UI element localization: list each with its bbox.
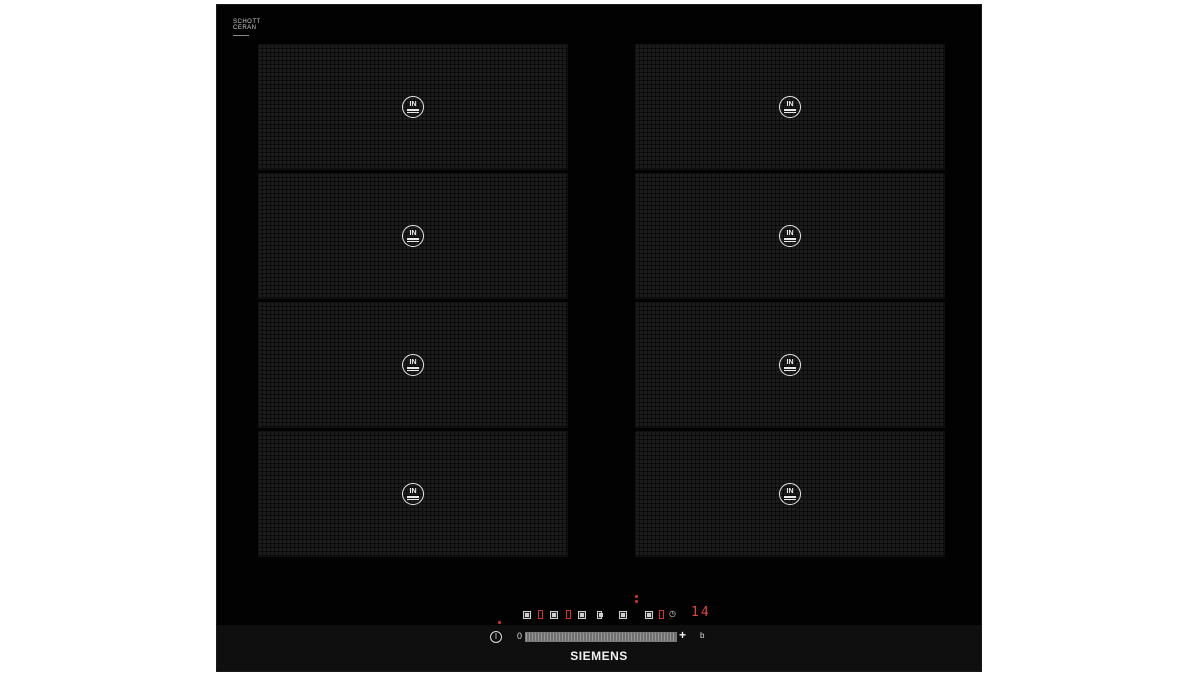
induction-icon: IN: [402, 96, 424, 118]
cooking-zone-left-4[interactable]: IN: [258, 431, 568, 557]
slider-min-label: 0: [517, 631, 523, 641]
induction-badge-label: IN: [409, 488, 417, 495]
zone-level-display: [659, 610, 664, 619]
zone-level-display: [566, 610, 571, 619]
induction-bar: [784, 241, 796, 242]
timer-clock-icon[interactable]: ◷: [669, 609, 676, 618]
induction-bar: [407, 112, 419, 113]
control-strip: I 0 + b SIEMENS: [217, 625, 981, 671]
induction-bar: [407, 499, 419, 500]
induction-bar: [407, 238, 419, 240]
induction-icon: IN: [402, 354, 424, 376]
indicator-dot: [635, 595, 638, 598]
induction-icon: IN: [779, 354, 801, 376]
induction-icon: IN: [402, 225, 424, 247]
booster-button[interactable]: b: [700, 631, 704, 640]
induction-bar: [407, 109, 419, 111]
induction-badge-label: IN: [409, 359, 417, 366]
schott-ceran-logo: SCHOTT CERAN: [233, 19, 261, 36]
glass-brand-underline: [233, 35, 249, 36]
induction-bar: [784, 496, 796, 498]
bridge-icon[interactable]: [597, 611, 603, 619]
zone-select-icon[interactable]: [619, 611, 627, 619]
zone-select-icon[interactable]: [578, 611, 586, 619]
induction-bar: [784, 109, 796, 111]
zone-level-display: [538, 610, 543, 619]
induction-badge-label: IN: [409, 230, 417, 237]
induction-bar: [784, 370, 796, 371]
glass-brand-line2: CERAN: [233, 25, 257, 31]
manufacturer-logo: SIEMENS: [570, 649, 628, 663]
induction-bar: [784, 499, 796, 500]
cooking-zone-left-1[interactable]: IN: [258, 44, 568, 170]
power-symbol: I: [494, 632, 498, 641]
indicator-dot: [635, 600, 638, 603]
induction-badge-label: IN: [786, 230, 794, 237]
induction-badge-label: IN: [786, 101, 794, 108]
power-button[interactable]: I: [490, 631, 502, 643]
induction-bar: [407, 370, 419, 371]
induction-badge-label: IN: [786, 359, 794, 366]
induction-bar: [784, 112, 796, 113]
induction-icon: IN: [779, 483, 801, 505]
power-indicator-dot: [498, 621, 501, 624]
cooking-zone-right-2[interactable]: IN: [635, 173, 945, 299]
cooking-zone-left-2[interactable]: IN: [258, 173, 568, 299]
zone-select-icon[interactable]: [645, 611, 653, 619]
induction-icon: IN: [779, 96, 801, 118]
zone-select-icon[interactable]: [550, 611, 558, 619]
induction-bar: [784, 238, 796, 240]
induction-icon: IN: [402, 483, 424, 505]
cooking-zone-right-3[interactable]: IN: [635, 302, 945, 428]
induction-hob: SCHOTT CERAN IN IN IN IN IN IN IN IN ◷ 1…: [216, 4, 982, 672]
induction-bar: [407, 496, 419, 498]
induction-badge-label: IN: [409, 101, 417, 108]
slider-max-label: +: [679, 628, 687, 642]
induction-bar: [784, 367, 796, 369]
power-level-slider[interactable]: [525, 632, 677, 642]
zone-select-icon[interactable]: [523, 611, 531, 619]
induction-badge-label: IN: [786, 488, 794, 495]
cooking-zone-right-1[interactable]: IN: [635, 44, 945, 170]
cooking-zone-right-4[interactable]: IN: [635, 431, 945, 557]
induction-bar: [407, 241, 419, 242]
timer-readout: 14: [691, 605, 711, 620]
cooking-zone-left-3[interactable]: IN: [258, 302, 568, 428]
induction-icon: IN: [779, 225, 801, 247]
induction-bar: [407, 367, 419, 369]
control-panel: ◷ 14: [217, 595, 983, 625]
